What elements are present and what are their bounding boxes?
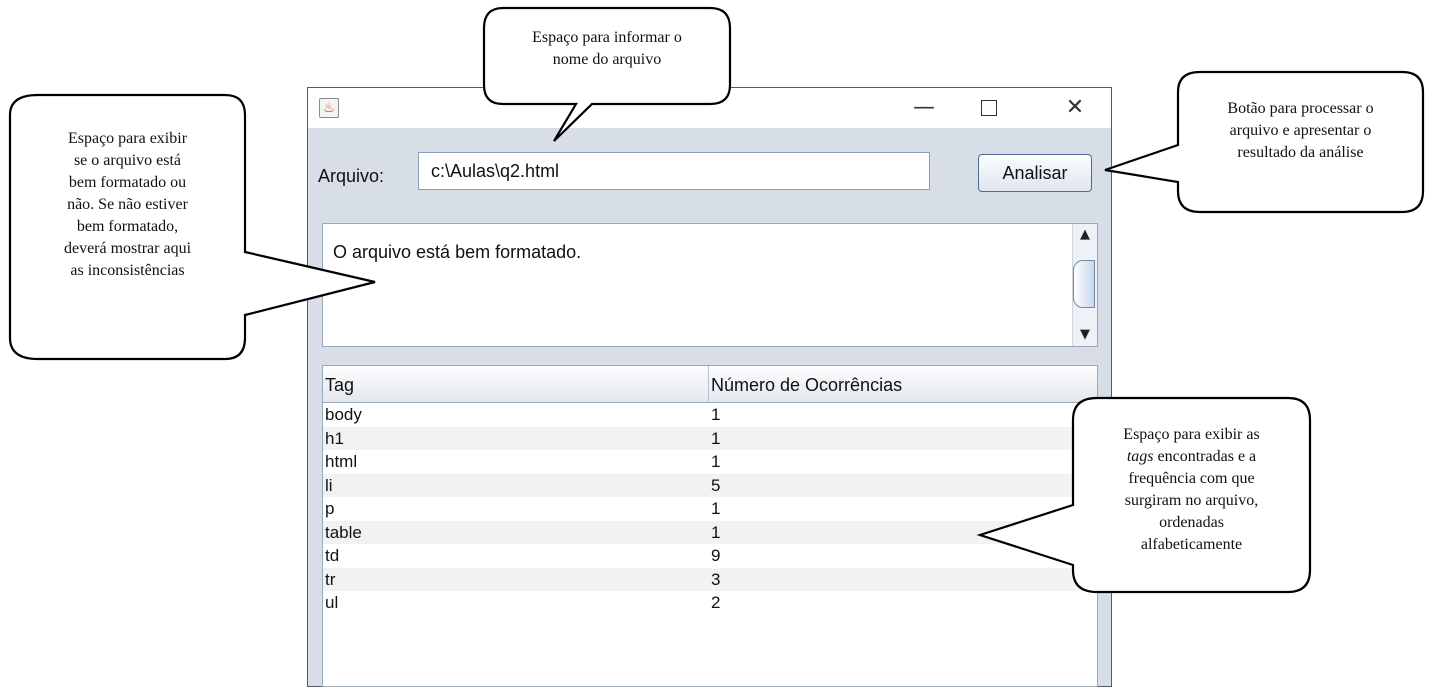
- callout-table-line: surgiram no arquivo,: [1124, 492, 1259, 509]
- callout-table-italic-word: tags: [1126, 448, 1154, 465]
- callout-table-line: Espaço para exibir as: [1123, 426, 1260, 443]
- callout-table-line: alfabeticamente: [1140, 536, 1243, 553]
- callout-table-line-rest: encontradas e a: [1153, 448, 1257, 465]
- callout-table-line: frequência com que: [1128, 470, 1255, 487]
- callout-table-line: ordenadas: [1159, 514, 1224, 531]
- callout-table-bubble: [976, 396, 1312, 594]
- callout-table-line: tags encontradas e a: [1073, 446, 1310, 468]
